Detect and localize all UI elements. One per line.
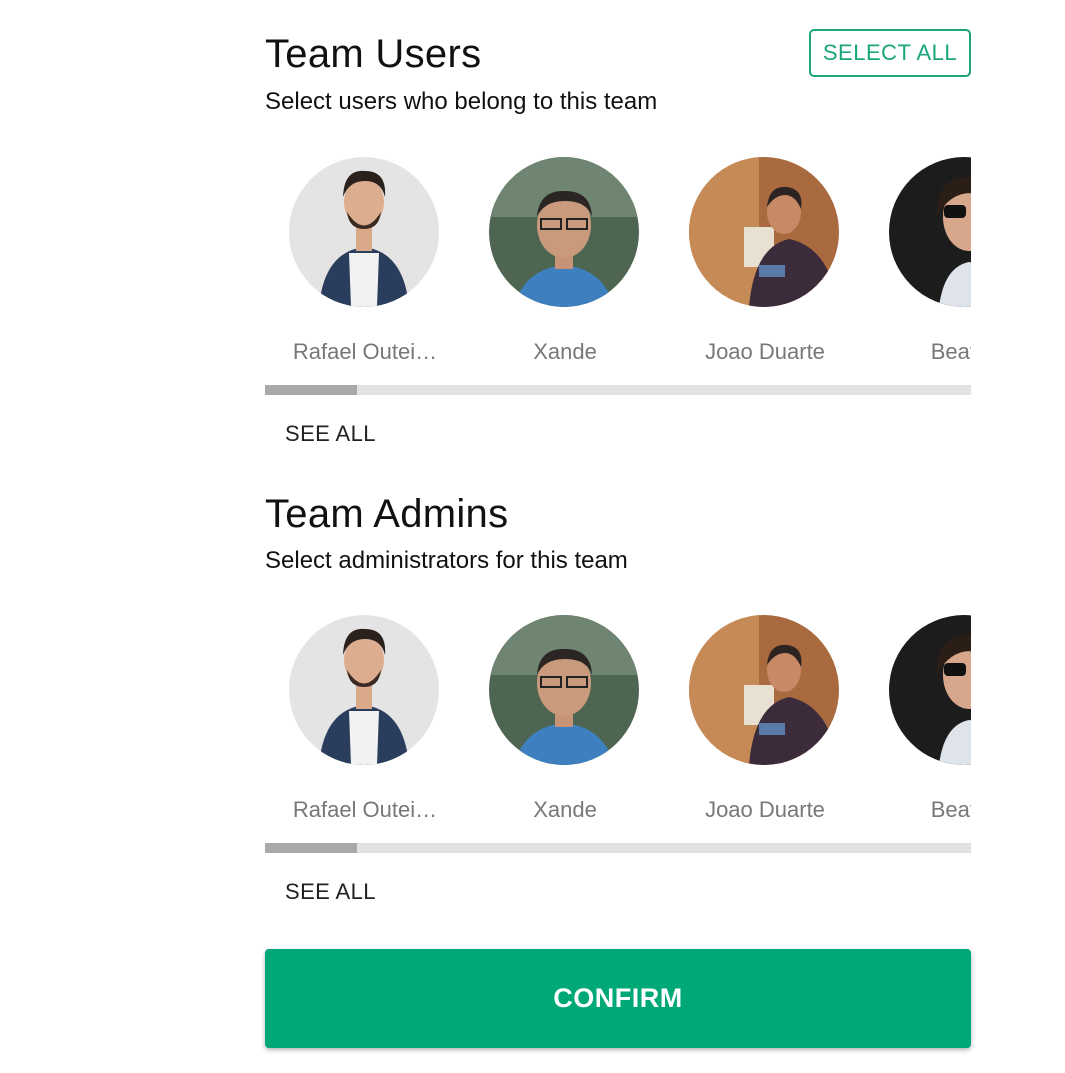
team-admins-carousel[interactable]: Rafael Outei… Xande Joao Duarte Bea: [265, 615, 971, 827]
confirm-button[interactable]: CONFIRM: [265, 949, 971, 1048]
user-card[interactable]: Beatriz: [865, 157, 971, 367]
admin-name: Beatriz: [930, 797, 971, 822]
user-name: Joao Duarte: [705, 339, 825, 364]
team-users-title: Team Users: [265, 32, 482, 76]
team-users-carousel[interactable]: Rafael Outei… Xande Joao Duarte Bea: [265, 157, 971, 369]
user-name: Beatriz: [930, 339, 971, 364]
select-all-button[interactable]: SELECT ALL: [809, 29, 971, 77]
user-name: Rafael Outei…: [292, 339, 438, 364]
team-admins-see-all-button[interactable]: SEE ALL: [265, 879, 376, 905]
user-avatar: [489, 615, 639, 765]
admin-name: Rafael Outei…: [292, 797, 438, 822]
user-avatar: [289, 615, 439, 765]
team-users-scrollbar[interactable]: [265, 385, 971, 395]
admin-card[interactable]: Xande: [465, 615, 645, 825]
team-users-subtitle: Select users who belong to this team: [265, 88, 658, 115]
team-admins-subtitle: Select administrators for this team: [265, 547, 628, 574]
user-avatar: [289, 157, 439, 307]
user-avatar: [889, 157, 971, 307]
user-card[interactable]: Rafael Outei…: [265, 157, 445, 367]
admin-name: Xande: [533, 797, 597, 822]
user-avatar: [689, 157, 839, 307]
admin-card[interactable]: Beatriz: [865, 615, 971, 825]
team-admins-title: Team Admins: [265, 492, 509, 536]
admin-card[interactable]: Rafael Outei…: [265, 615, 445, 825]
user-avatar: [489, 157, 639, 307]
admin-name: Joao Duarte: [705, 797, 825, 822]
user-avatar: [889, 615, 971, 765]
user-name: Xande: [533, 339, 597, 364]
user-card[interactable]: Joao Duarte: [665, 157, 845, 367]
team-admins-scrollbar[interactable]: [265, 843, 971, 853]
scrollbar-thumb[interactable]: [265, 843, 357, 853]
user-card[interactable]: Xande: [465, 157, 645, 367]
admin-card[interactable]: Joao Duarte: [665, 615, 845, 825]
scrollbar-thumb[interactable]: [265, 385, 357, 395]
team-users-see-all-button[interactable]: SEE ALL: [265, 421, 376, 447]
user-avatar: [689, 615, 839, 765]
